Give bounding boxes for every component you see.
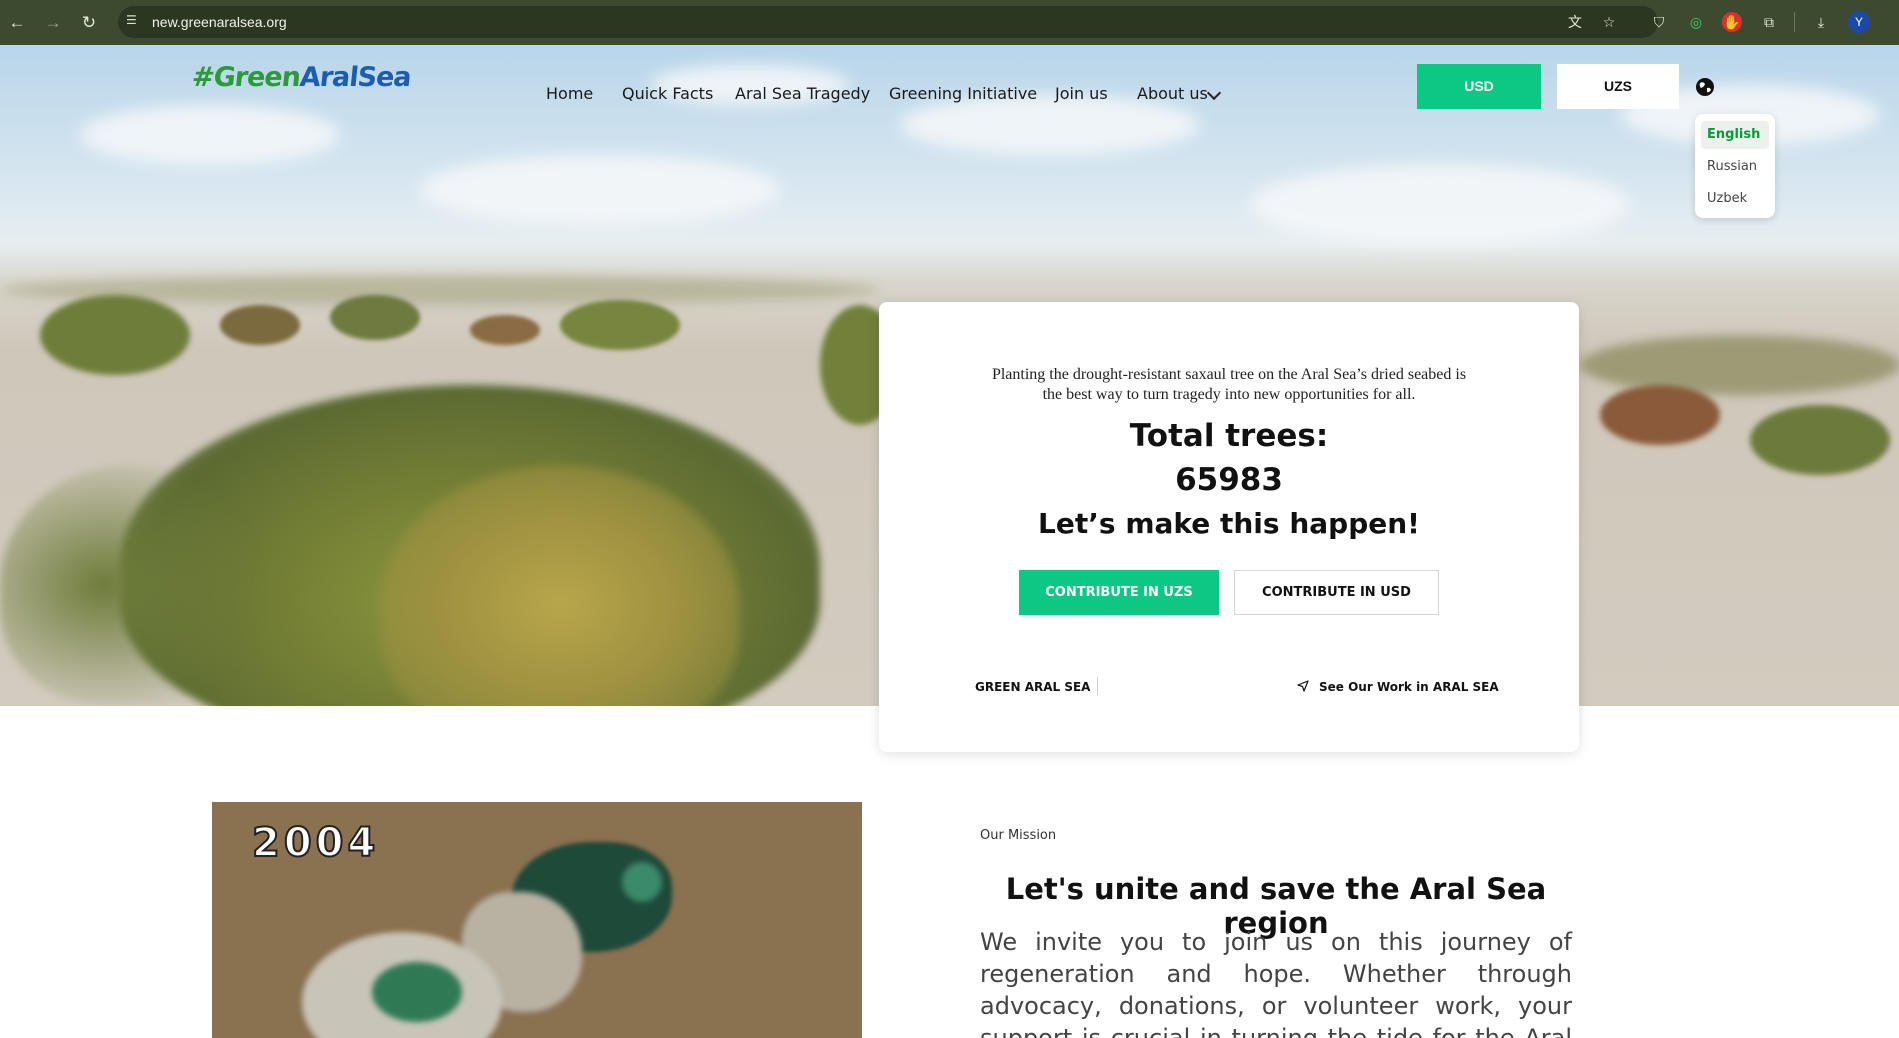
nav-quick-facts[interactable]: Quick Facts bbox=[622, 84, 713, 103]
cta-heading: Let’s make this happen! bbox=[1038, 507, 1420, 540]
see-our-work-link[interactable]: See Our Work in ARAL SEA bbox=[1319, 680, 1499, 694]
download-icon[interactable]: ⤓ bbox=[1811, 12, 1831, 32]
profile-avatar[interactable]: Y bbox=[1848, 11, 1870, 33]
language-option-uzbek[interactable]: Uzbek bbox=[1701, 185, 1769, 213]
logo-text-blue: AralSea bbox=[298, 62, 413, 93]
shield-extension-icon[interactable]: ⛉ bbox=[1649, 12, 1669, 32]
nav-aral-sea-tragedy[interactable]: Aral Sea Tragedy bbox=[735, 84, 870, 103]
mission-body: We invite you to join us on this journey… bbox=[980, 928, 1572, 1038]
extensions-puzzle-icon[interactable]: ⧉ bbox=[1759, 12, 1779, 32]
green-extension-icon[interactable]: ◎ bbox=[1686, 12, 1706, 32]
nav-greening-initiative[interactable]: Greening Initiative bbox=[889, 84, 1037, 103]
toolbar-divider bbox=[1794, 12, 1795, 32]
footer-divider bbox=[1097, 677, 1098, 695]
translate-icon[interactable]: 文 bbox=[1565, 12, 1585, 32]
back-icon[interactable]: ← bbox=[6, 12, 28, 34]
red-extension-icon[interactable]: ✋ bbox=[1722, 12, 1742, 32]
aral-sea-satellite-image: 2004 bbox=[212, 802, 862, 1038]
tree-counter-card: Planting the drought-resistant saxaul tr… bbox=[879, 302, 1579, 752]
nav-join-us[interactable]: Join us bbox=[1055, 84, 1108, 103]
contribute-uzs-button[interactable]: CONTRIBUTE IN UZS bbox=[1019, 570, 1219, 615]
nav-home[interactable]: Home bbox=[546, 84, 593, 103]
green-aral-sea-link[interactable]: GREEN ARAL SEA bbox=[975, 680, 1090, 694]
send-icon bbox=[1297, 680, 1309, 692]
nav-about-us[interactable]: About us bbox=[1137, 84, 1208, 103]
reload-icon[interactable]: ↻ bbox=[78, 12, 100, 34]
contribute-usd-button[interactable]: CONTRIBUTE IN USD bbox=[1234, 570, 1439, 615]
mission-label: Our Mission bbox=[980, 828, 1057, 843]
card-description: Planting the drought-resistant saxaul tr… bbox=[991, 366, 1467, 403]
site-logo[interactable]: #GreenAralSea bbox=[190, 62, 412, 93]
language-option-russian[interactable]: Russian bbox=[1701, 153, 1769, 181]
language-dropdown: English Russian Uzbek bbox=[1695, 114, 1775, 218]
image-year-label: 2004 bbox=[251, 819, 380, 867]
total-trees-label: Total trees: bbox=[1129, 418, 1329, 454]
address-bar[interactable] bbox=[118, 6, 1658, 38]
total-trees-value: 65983 bbox=[1175, 462, 1283, 498]
currency-usd-button[interactable]: USD bbox=[1417, 64, 1541, 109]
browser-toolbar: ← → ↻ ☰ new.greenaralsea.org 文 ☆ ⛉ ◎ ✋ ⧉… bbox=[0, 0, 1899, 45]
url-text[interactable]: new.greenaralsea.org bbox=[152, 14, 287, 30]
site-settings-icon[interactable]: ☰ bbox=[126, 13, 142, 29]
language-option-english[interactable]: English bbox=[1701, 121, 1769, 149]
logo-text-green: #Green bbox=[190, 62, 302, 93]
forward-icon[interactable]: → bbox=[42, 12, 64, 34]
currency-uzs-button[interactable]: UZS bbox=[1557, 64, 1679, 109]
globe-icon[interactable] bbox=[1695, 77, 1715, 97]
bookmark-star-icon[interactable]: ☆ bbox=[1599, 12, 1619, 32]
